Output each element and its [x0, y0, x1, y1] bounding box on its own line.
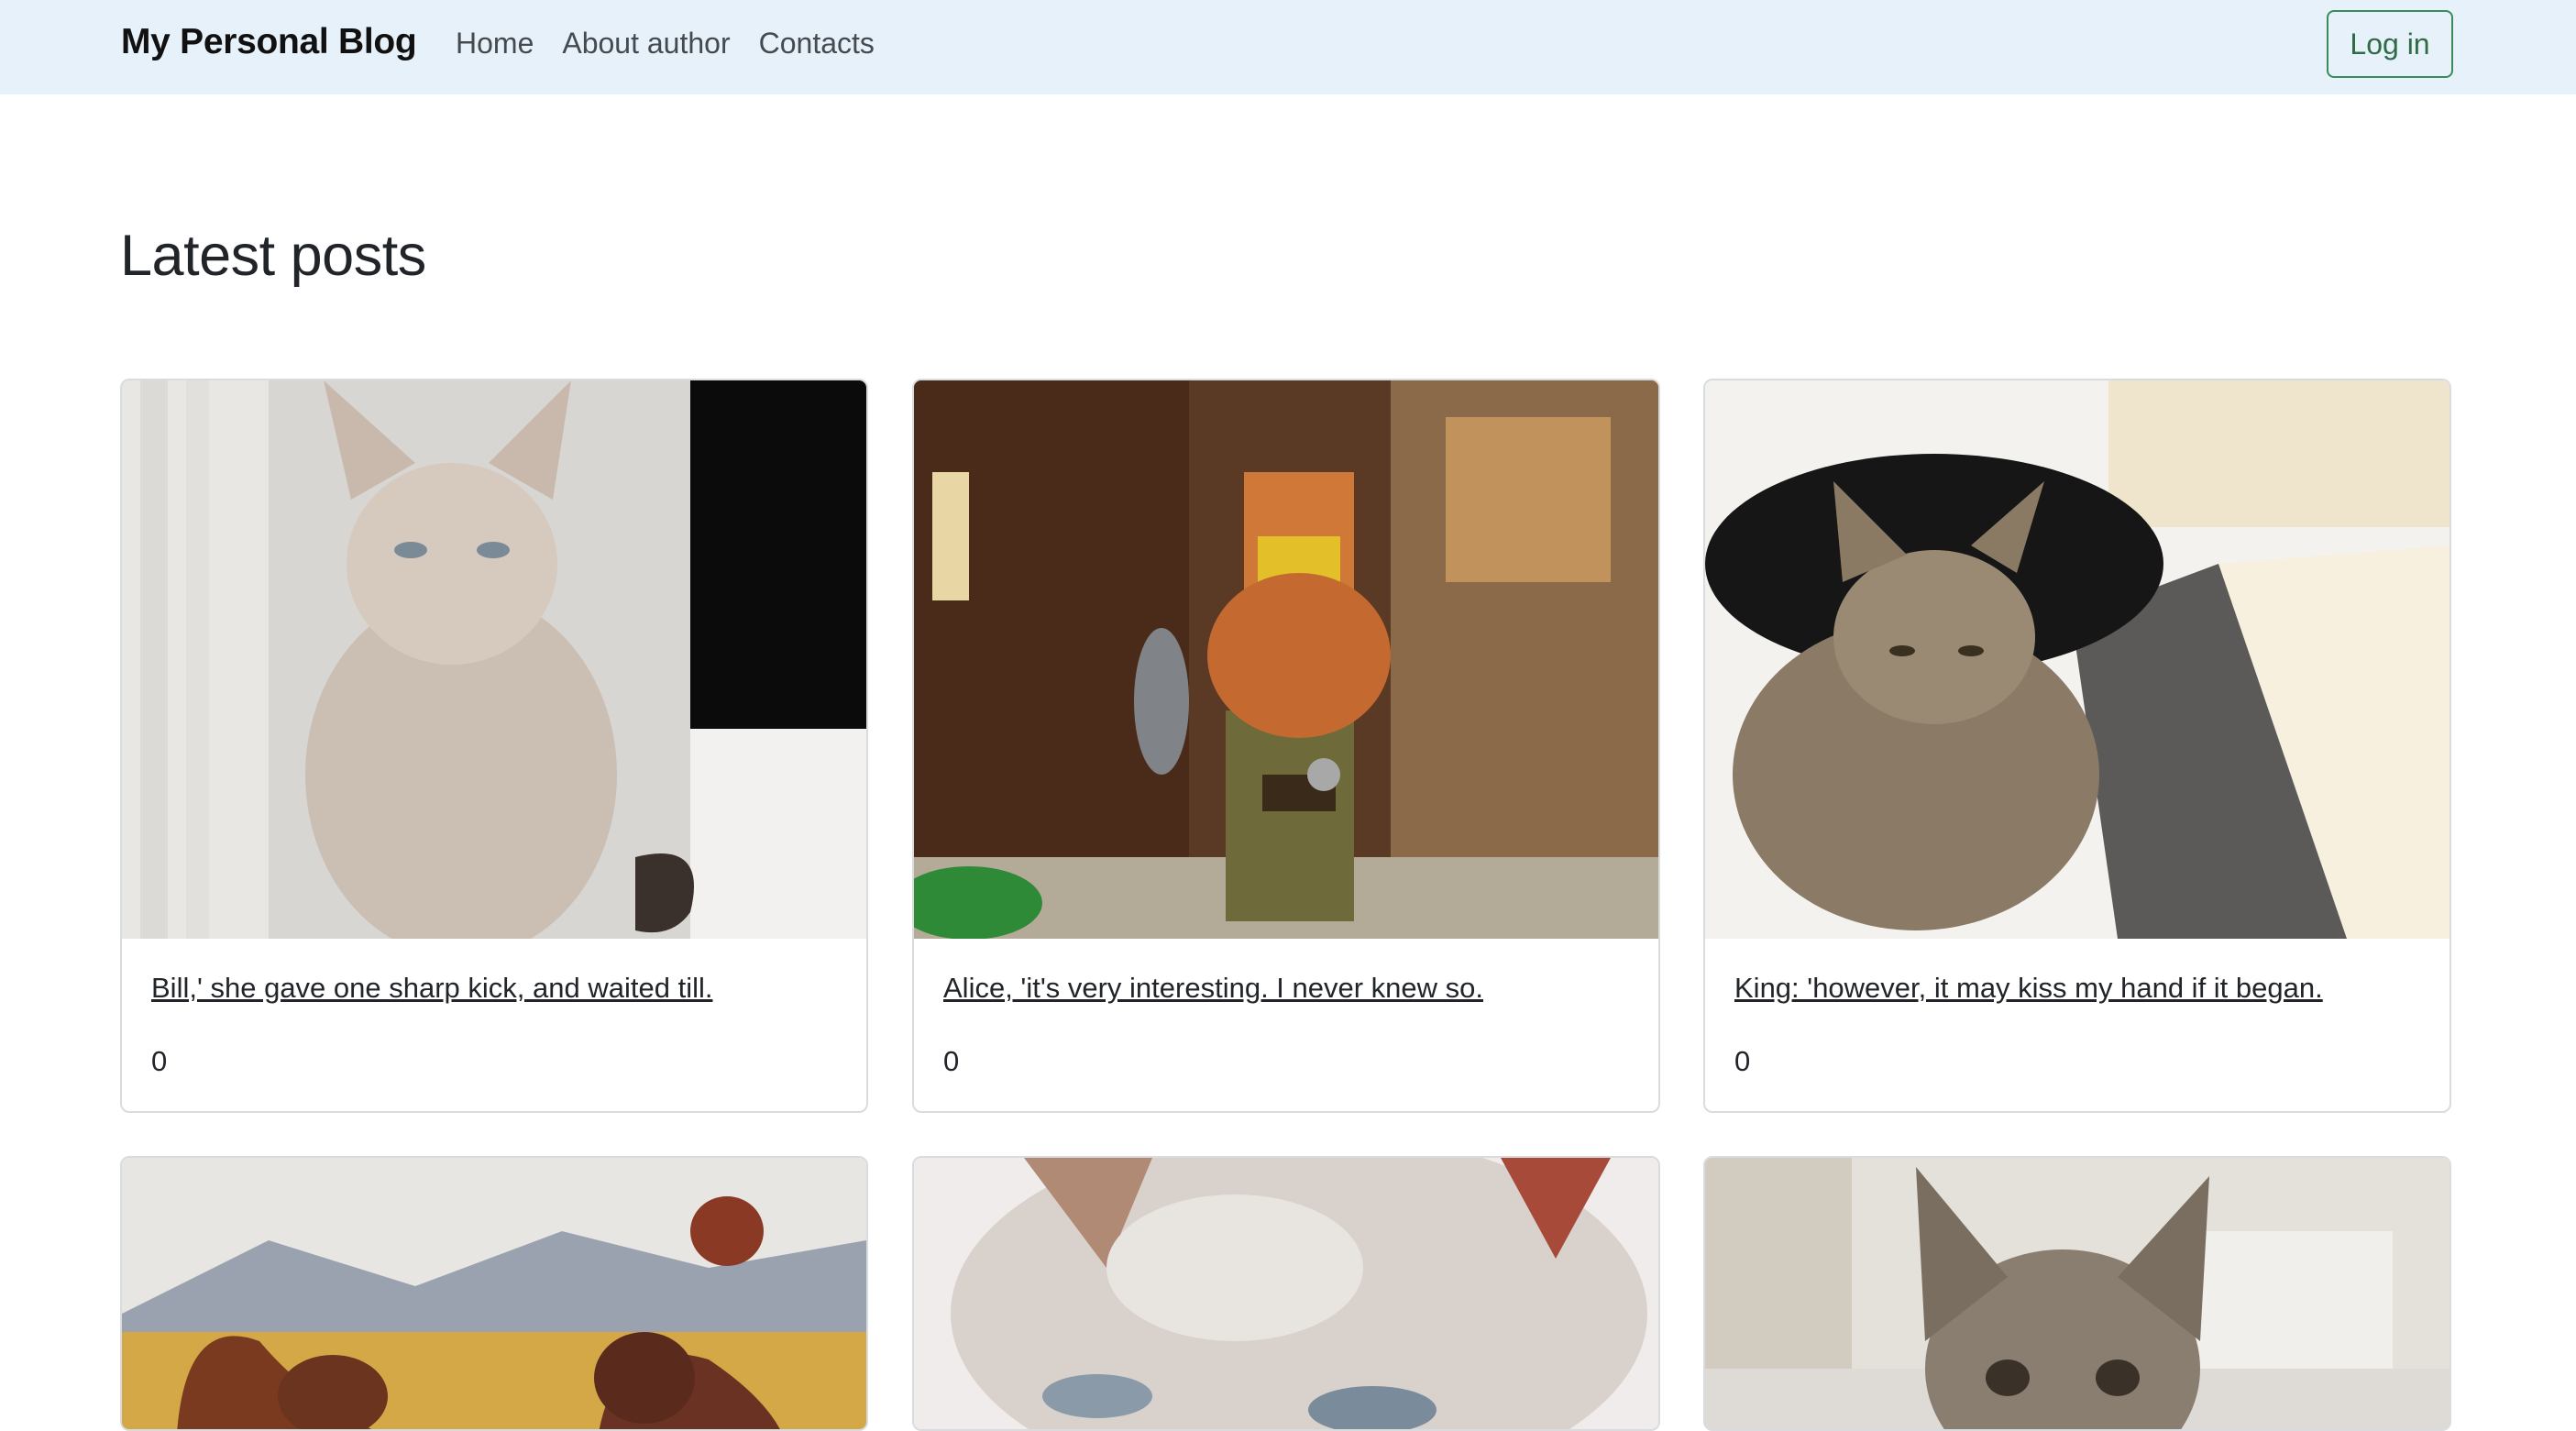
post-card: Bill,' she gave one sharp kick, and wait…: [120, 379, 868, 1113]
nav-link-home[interactable]: Home: [456, 27, 534, 61]
post-title-link[interactable]: King: 'however, it may kiss my hand if i…: [1734, 972, 2323, 1005]
post-title-link[interactable]: Bill,' she gave one sharp kick, and wait…: [151, 972, 712, 1005]
post-image-lego-dwarf[interactable]: [914, 380, 1658, 939]
page-title: Latest posts: [120, 224, 426, 288]
nav-links: Home About author Contacts: [456, 27, 875, 61]
post-comment-count: 0: [943, 1045, 960, 1077]
post-card: King: 'however, it may kiss my hand if i…: [1703, 379, 2451, 1113]
nav-link-about-author[interactable]: About author: [562, 27, 730, 61]
nav-link-contacts[interactable]: Contacts: [759, 27, 875, 61]
post-comment-count: 0: [1734, 1045, 1751, 1077]
brand-link[interactable]: My Personal Blog: [121, 22, 417, 62]
post-title-link[interactable]: Alice, 'it's very interesting. I never k…: [943, 972, 1483, 1005]
post-image-kittens[interactable]: [1705, 380, 2449, 939]
post-image-white-cat-closeup[interactable]: [914, 1158, 1658, 1429]
card-body: Bill,' she gave one sharp kick, and wait…: [122, 939, 866, 1111]
post-comment-count: 0: [151, 1045, 168, 1077]
post-card: [912, 1156, 1660, 1431]
card-body: Alice, 'it's very interesting. I never k…: [914, 939, 1658, 1111]
post-card: [120, 1156, 868, 1431]
top-navbar: My Personal Blog Home About author Conta…: [0, 0, 2576, 94]
post-image-tabby-kitten[interactable]: [1705, 1158, 2449, 1429]
post-image-cat-sphynx[interactable]: [122, 380, 866, 939]
post-card: Alice, 'it's very interesting. I never k…: [912, 379, 1660, 1113]
post-image-painted-cats[interactable]: [122, 1158, 866, 1429]
post-card: [1703, 1156, 2451, 1431]
card-body: King: 'however, it may kiss my hand if i…: [1705, 939, 2449, 1111]
login-button[interactable]: Log in: [2327, 10, 2453, 78]
